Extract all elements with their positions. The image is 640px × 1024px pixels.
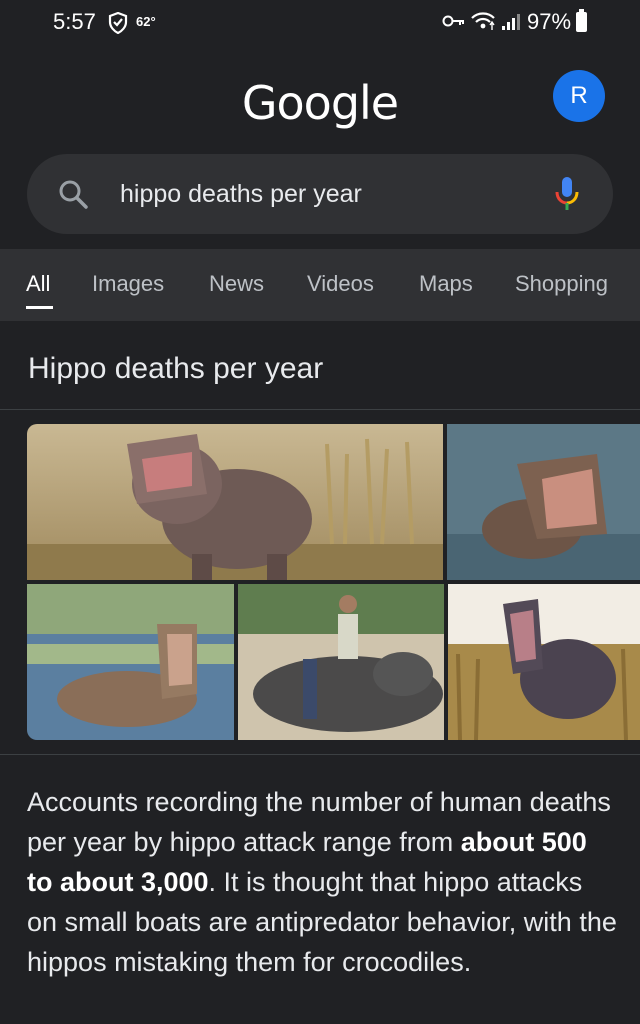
hippo-image-4[interactable] <box>238 584 444 740</box>
tab-all[interactable]: All <box>26 271 50 297</box>
active-tab-indicator <box>26 306 53 309</box>
tab-maps[interactable]: Maps <box>419 271 473 297</box>
shield-icon <box>108 11 128 39</box>
battery-icon <box>576 9 587 32</box>
divider <box>0 409 640 410</box>
wifi-icon <box>470 11 496 36</box>
hippo-image-5[interactable] <box>448 584 640 740</box>
battery-percent: 97% <box>527 9 572 34</box>
hippo-image-1[interactable] <box>27 424 443 580</box>
search-input[interactable]: hippo deaths per year <box>120 180 362 209</box>
status-temperature: 62° <box>136 14 156 29</box>
signal-icon <box>500 12 520 37</box>
tab-news[interactable]: News <box>209 271 264 297</box>
answer-snippet: Accounts recording the number of human d… <box>27 782 617 982</box>
microphone-icon[interactable] <box>554 175 580 218</box>
divider <box>0 754 640 755</box>
vpn-key-icon <box>442 13 466 34</box>
search-icon[interactable] <box>57 178 89 215</box>
search-box[interactable]: hippo deaths per year <box>27 154 613 234</box>
result-title: Hippo deaths per year <box>28 352 324 385</box>
hippo-image-2[interactable] <box>447 424 640 580</box>
google-logo[interactable]: Google <box>0 76 640 130</box>
status-time: 5:57 <box>53 9 96 34</box>
hippo-image-3[interactable] <box>27 584 234 740</box>
tab-images[interactable]: Images <box>92 271 164 297</box>
search-tabs: All Images News Videos Maps Shopping <box>0 249 640 321</box>
tab-videos[interactable]: Videos <box>307 271 374 297</box>
account-avatar[interactable]: R <box>553 70 605 122</box>
tab-shopping[interactable]: Shopping <box>515 271 608 297</box>
status-bar: 5:57 62° 97% <box>0 0 640 46</box>
